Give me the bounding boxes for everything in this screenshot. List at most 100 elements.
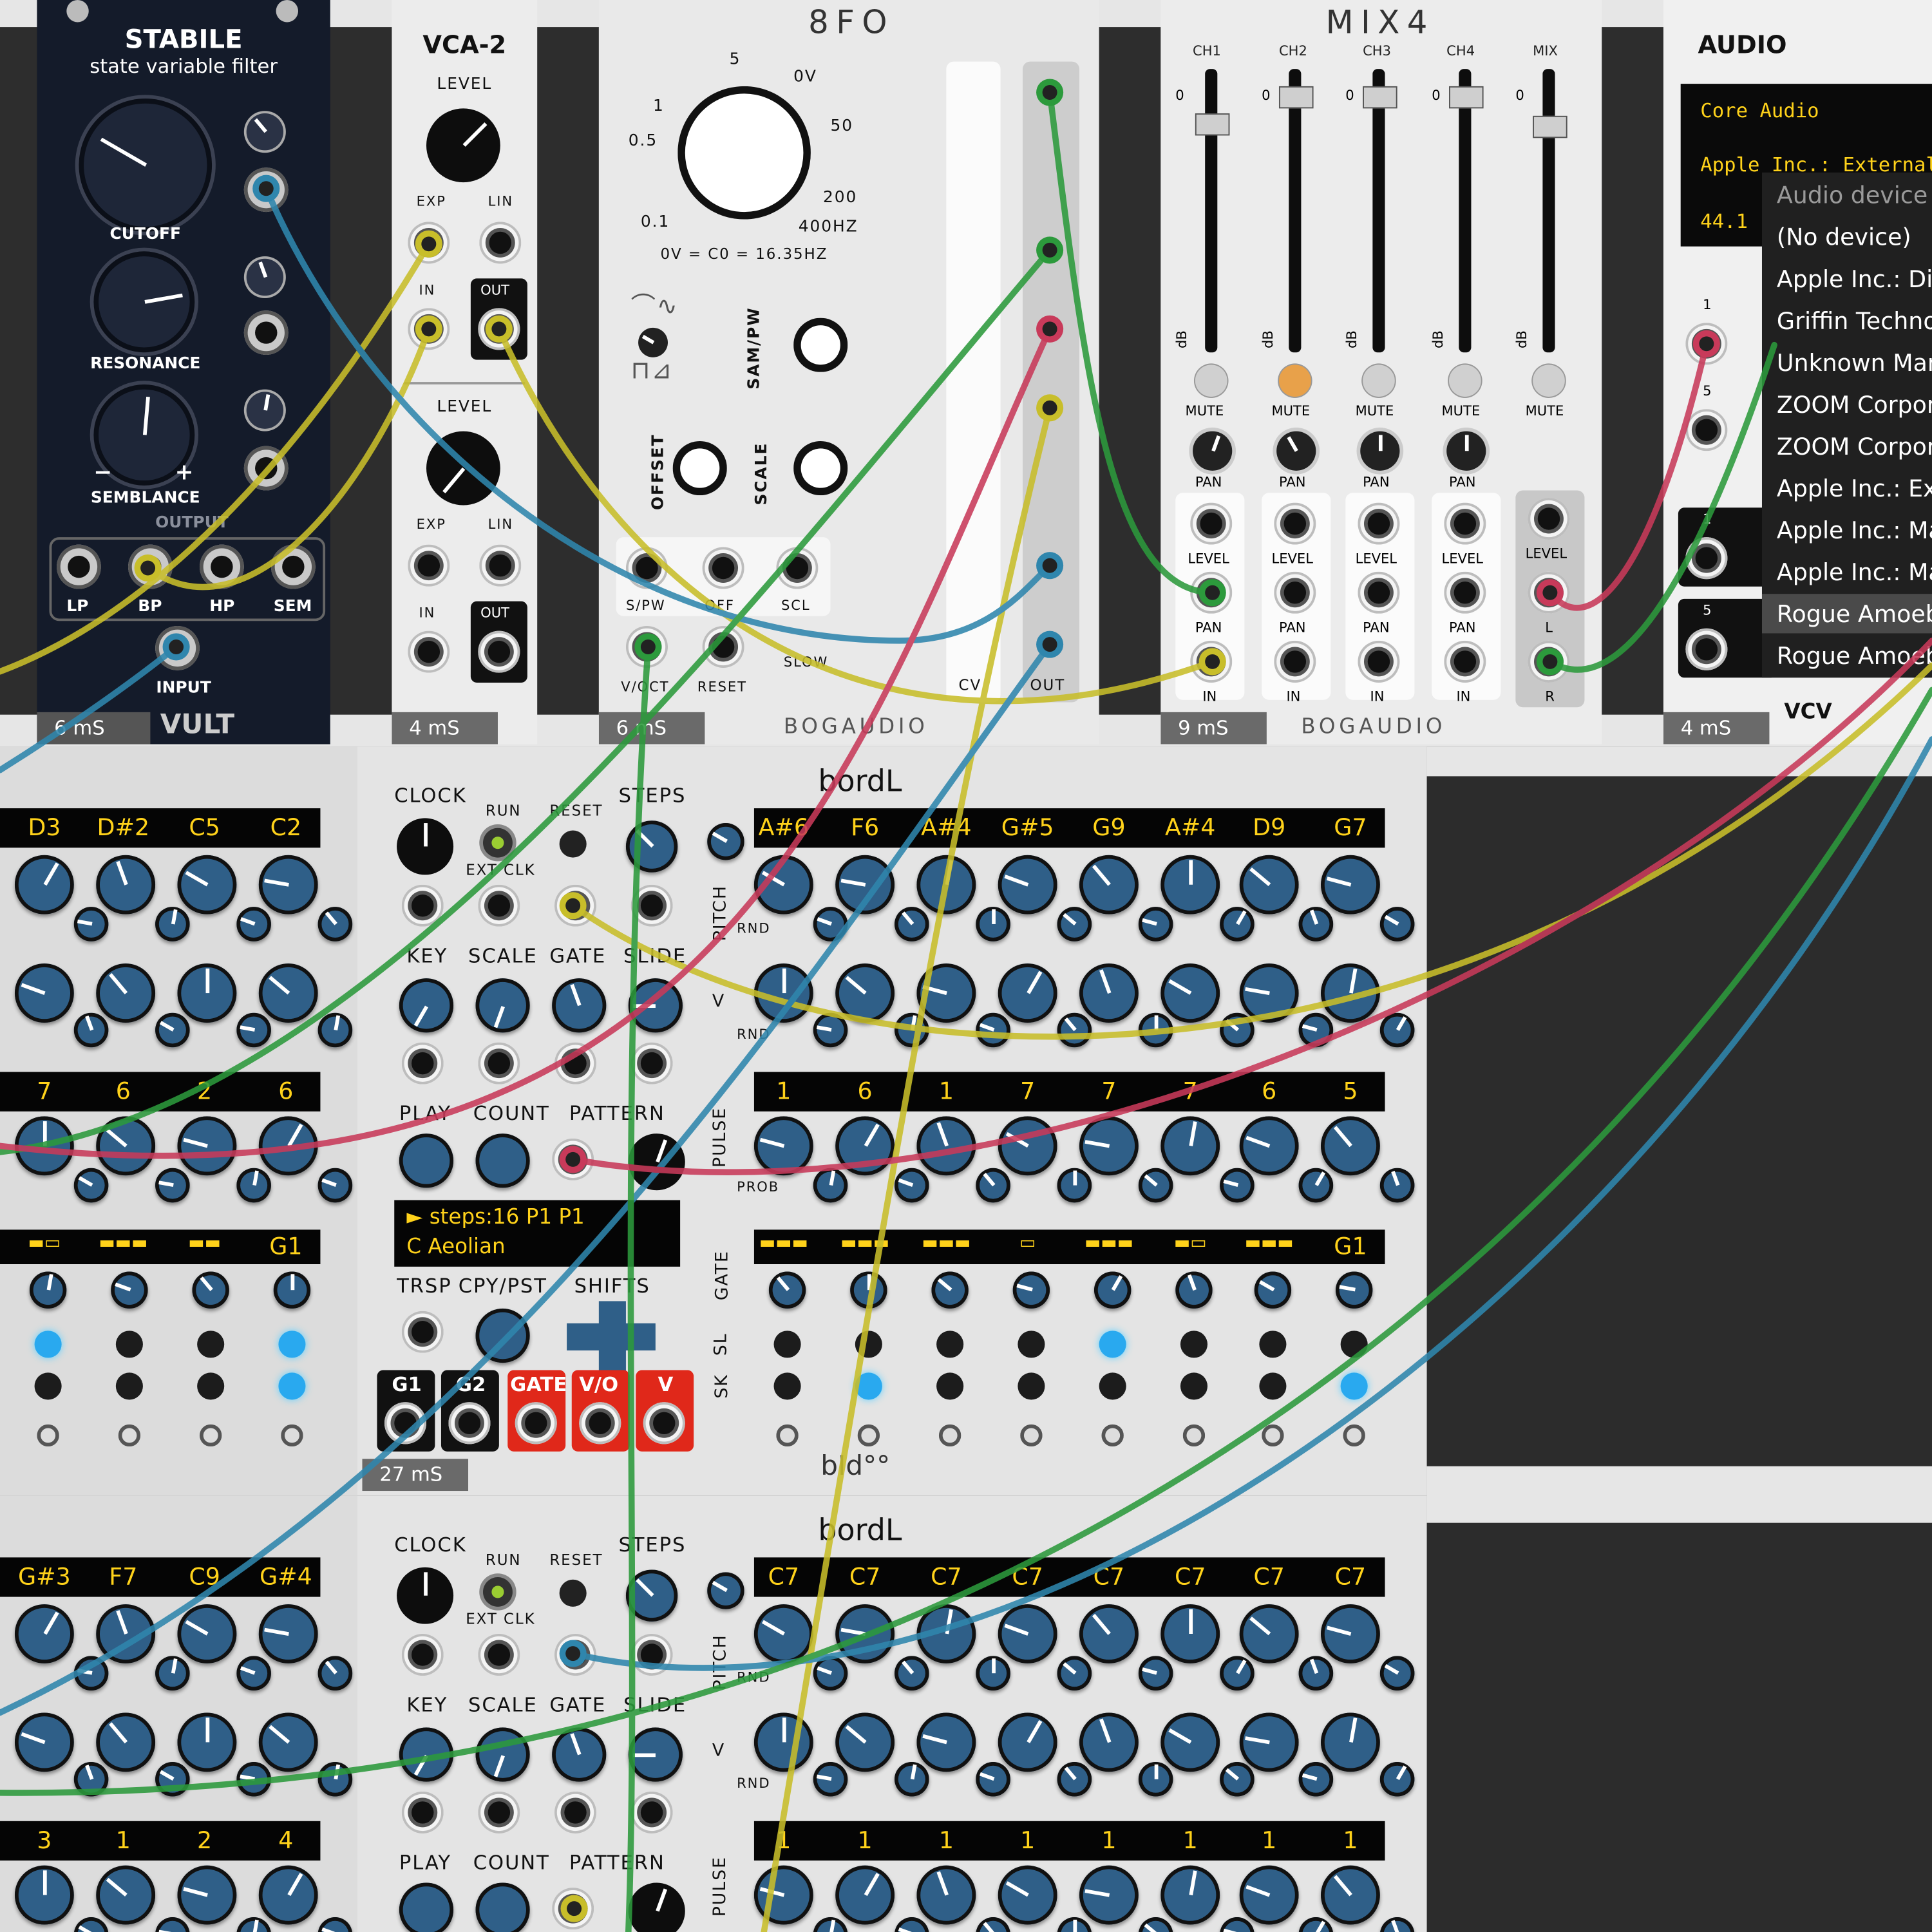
step-skip-led[interactable]: [1099, 1372, 1126, 1400]
step-rnd-knob[interactable]: [1298, 907, 1334, 942]
step-pitch-knob[interactable]: [1321, 855, 1380, 914]
step-pitch-knob[interactable]: [1160, 855, 1220, 914]
voct-input[interactable]: [625, 625, 668, 668]
stabile-module[interactable]: STABILE state variable filter CUTOFF RES…: [37, 0, 330, 744]
slide-knob[interactable]: [628, 1727, 683, 1782]
step-rnd-knob[interactable]: [1138, 1656, 1173, 1690]
gate-input[interactable]: [554, 1042, 597, 1084]
eightfo-module[interactable]: 8FO 5 0V 1 50 0.5 200 0.1 400HZ 0V = C0 …: [598, 0, 1099, 744]
step-velocity-knob[interactable]: [177, 1712, 237, 1772]
ch3-level-cv[interactable]: [1358, 502, 1400, 545]
slide-amount-knob[interactable]: [707, 823, 744, 860]
step-pulse-knob[interactable]: [1160, 1116, 1220, 1176]
step-skip-led[interactable]: [34, 1372, 62, 1400]
step-velocity-knob[interactable]: [14, 1712, 74, 1772]
step-gate-knob[interactable]: [1094, 1271, 1132, 1309]
ch2-level-cv[interactable]: [1274, 502, 1316, 545]
semblance-cv-attenuverter[interactable]: [246, 392, 284, 429]
step-rnd-knob[interactable]: [895, 907, 929, 942]
step-pulse-knob[interactable]: [1079, 1865, 1139, 1925]
step-slide-led[interactable]: [855, 1331, 882, 1358]
vo-output[interactable]: [579, 1402, 621, 1444]
step-rnd-knob[interactable]: [895, 1761, 929, 1797]
step-gate-output[interactable]: [37, 1424, 59, 1447]
mix-fader[interactable]: [1533, 115, 1567, 138]
step-pulse-knob[interactable]: [835, 1116, 895, 1176]
count-button[interactable]: [475, 1882, 530, 1932]
step-pitch-knob[interactable]: [753, 855, 813, 914]
step-gate-knob[interactable]: [1335, 1271, 1373, 1309]
step-prob-knob[interactable]: [895, 1168, 929, 1203]
step-gate-knob[interactable]: [931, 1271, 969, 1309]
step-gate-knob[interactable]: [273, 1271, 311, 1309]
step-rnd-knob[interactable]: [1298, 1012, 1334, 1048]
step-prob-knob[interactable]: [895, 1917, 929, 1932]
ch3-input[interactable]: [1358, 640, 1400, 683]
run-button[interactable]: [482, 828, 513, 858]
lin1-input[interactable]: [479, 222, 522, 264]
lin2-input[interactable]: [479, 544, 522, 587]
step-gate-knob[interactable]: [1175, 1271, 1213, 1309]
step-pitch-knob[interactable]: [14, 855, 74, 914]
step-rnd-knob[interactable]: [1220, 1761, 1255, 1797]
step-gate-output[interactable]: [857, 1424, 880, 1447]
step-prob-knob[interactable]: [1379, 1168, 1415, 1203]
step-slide-led[interactable]: [1259, 1331, 1287, 1358]
step-velocity-knob[interactable]: [1079, 1712, 1139, 1772]
step-pitch-knob[interactable]: [1160, 1604, 1220, 1663]
step-skip-led[interactable]: [1340, 1372, 1368, 1400]
step-rnd-knob[interactable]: [1138, 907, 1173, 942]
step-gate-knob[interactable]: [1254, 1271, 1292, 1309]
step-gate-knob[interactable]: [192, 1271, 229, 1309]
step-prob-knob[interactable]: [1220, 1168, 1255, 1203]
step-rnd-knob[interactable]: [976, 1656, 1010, 1690]
pattern-knob[interactable]: [628, 1882, 685, 1932]
step-pitch-knob[interactable]: [998, 855, 1057, 914]
step-pulse-knob[interactable]: [998, 1116, 1057, 1176]
step-pulse-knob[interactable]: [14, 1865, 74, 1925]
step-pulse-knob[interactable]: [177, 1865, 237, 1925]
step-prob-knob[interactable]: [155, 1168, 190, 1203]
step-pulse-knob[interactable]: [258, 1116, 318, 1176]
step-prob-knob[interactable]: [1220, 1917, 1255, 1932]
ch1-fader[interactable]: [1195, 113, 1230, 136]
slide-amount-knob[interactable]: [707, 1572, 744, 1609]
step-slide-led[interactable]: [773, 1331, 801, 1358]
scale-input[interactable]: [478, 1791, 520, 1833]
step-gate-knob[interactable]: [850, 1271, 887, 1309]
step-prob-knob[interactable]: [73, 1168, 109, 1203]
exp2-input[interactable]: [408, 544, 450, 587]
step-rnd-knob[interactable]: [1057, 1656, 1092, 1690]
step-velocity-knob[interactable]: [1079, 963, 1139, 1023]
clock-input[interactable]: [401, 884, 444, 927]
step-rnd-knob[interactable]: [155, 907, 190, 942]
ch4-pan-knob[interactable]: [1446, 431, 1486, 471]
play-button[interactable]: [399, 1882, 454, 1932]
step-prob-knob[interactable]: [976, 1917, 1010, 1932]
frequency-knob[interactable]: [677, 86, 811, 220]
step-gate-knob[interactable]: [1012, 1271, 1050, 1309]
ch1-input[interactable]: [1190, 640, 1233, 683]
v-output[interactable]: [643, 1402, 685, 1444]
pattern-knob[interactable]: [628, 1133, 685, 1191]
ch2-fader[interactable]: [1278, 86, 1314, 109]
menu-item[interactable]: Apple Inc.: Ma: [1777, 560, 1932, 587]
step-pulse-knob[interactable]: [96, 1116, 156, 1176]
ch1-level-cv[interactable]: [1190, 502, 1233, 545]
play-button[interactable]: [399, 1133, 454, 1188]
menu-item[interactable]: Apple Inc.: Dis: [1777, 266, 1932, 293]
step-skip-led[interactable]: [936, 1372, 964, 1400]
step-pitch-knob[interactable]: [177, 1604, 237, 1663]
step-rnd-knob[interactable]: [1379, 1656, 1415, 1690]
scale-knob[interactable]: [475, 1727, 530, 1782]
step-velocity-knob[interactable]: [14, 963, 74, 1023]
mix4-module[interactable]: MIX4 CH1 CH2 CH3 CH4 MIX 0 0 0 0 0 dB dB…: [1160, 0, 1602, 744]
gate-knob[interactable]: [552, 978, 607, 1033]
step-rnd-knob[interactable]: [1298, 1656, 1334, 1690]
clock-knob[interactable]: [397, 818, 454, 875]
step-rnd-knob[interactable]: [1298, 1761, 1334, 1797]
step-rnd-knob[interactable]: [1220, 1012, 1255, 1048]
sample-rate-select[interactable]: 44.1: [1700, 211, 1748, 232]
step-prob-knob[interactable]: [1379, 1917, 1415, 1932]
ch2-pan-knob[interactable]: [1276, 431, 1316, 471]
